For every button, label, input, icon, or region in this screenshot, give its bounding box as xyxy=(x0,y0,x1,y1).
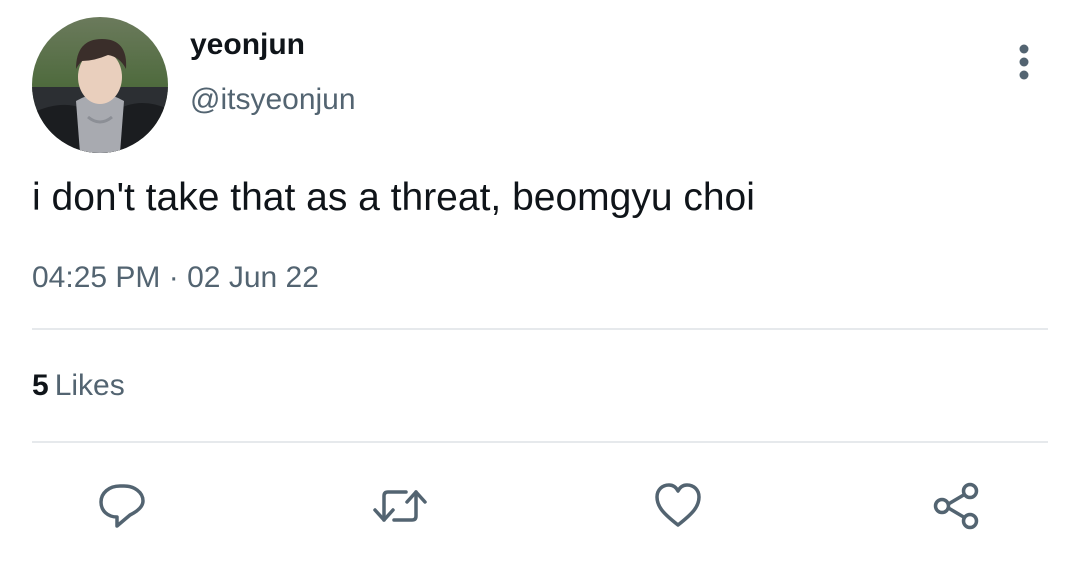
divider xyxy=(32,328,1048,330)
likes-label: Likes xyxy=(54,369,125,402)
share-icon xyxy=(933,482,979,530)
like-button[interactable] xyxy=(648,476,708,536)
likes-count: 5 xyxy=(32,369,49,402)
display-name[interactable]: yeonjun xyxy=(190,28,305,62)
avatar[interactable] xyxy=(32,17,168,153)
retweet-icon xyxy=(373,490,427,522)
tweet-text: i don't take that as a threat, beomgyu c… xyxy=(32,176,755,219)
tweet-time[interactable]: 04:25 PM xyxy=(32,261,160,294)
avatar-image xyxy=(32,17,168,153)
more-vertical-icon xyxy=(1019,44,1029,80)
reply-icon xyxy=(99,484,145,528)
tweet-meta: 04:25 PM · 02 Jun 22 xyxy=(32,261,319,295)
share-button[interactable] xyxy=(926,476,986,536)
heart-icon xyxy=(655,483,701,527)
user-handle[interactable]: @itsyeonjun xyxy=(190,83,356,117)
tweet-card: yeonjun @itsyeonjun i don't take that as… xyxy=(0,0,1080,564)
tweet-date[interactable]: 02 Jun 22 xyxy=(187,261,319,294)
retweet-button[interactable] xyxy=(370,476,430,536)
divider xyxy=(32,441,1048,443)
likes-summary[interactable]: 5 Likes xyxy=(32,369,125,403)
meta-separator: · xyxy=(168,261,179,294)
more-options-button[interactable] xyxy=(1004,40,1044,84)
reply-button[interactable] xyxy=(92,476,152,536)
